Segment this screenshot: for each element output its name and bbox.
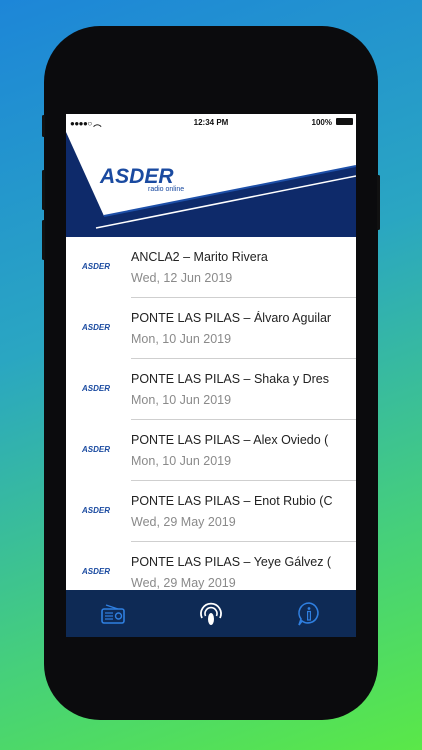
list-item[interactable]: ASDER PONTE LAS PILAS – Alex Oviedo ( Mo…	[66, 420, 356, 481]
episode-list: ASDER ANCLA2 – Marito Rivera Wed, 12 Jun…	[66, 237, 356, 603]
logo-wordmark: ASDER	[100, 165, 174, 188]
logo-tagline: radio online	[148, 186, 185, 193]
tab-info[interactable]	[294, 599, 324, 629]
battery-percent: 100%	[311, 118, 332, 127]
episode-title: PONTE LAS PILAS – Shaka y Dres	[131, 372, 329, 386]
episode-thumbnail: ASDER	[82, 506, 111, 515]
episode-thumbnail: ASDER	[82, 567, 111, 576]
side-button-right	[377, 175, 380, 230]
list-item[interactable]: ASDER PONTE LAS PILAS – Enot Rubio (C We…	[66, 481, 356, 542]
app-screen: ●●●●○ ︵ 12:34 PM 100% ASDER radio online…	[66, 114, 356, 637]
episode-title: PONTE LAS PILAS – Enot Rubio (C	[131, 494, 333, 508]
tab-radio[interactable]	[98, 599, 128, 629]
tab-bar	[66, 590, 356, 637]
episode-date: Wed, 12 Jun 2019	[131, 271, 233, 285]
episode-thumbnail: ASDER	[82, 262, 111, 271]
side-button-left-1	[42, 115, 45, 137]
episode-date: Mon, 10 Jun 2019	[131, 393, 232, 407]
episode-date: Mon, 10 Jun 2019	[131, 454, 232, 468]
battery-icon	[336, 118, 353, 125]
list-item[interactable]: ASDER ANCLA2 – Marito Rivera Wed, 12 Jun…	[66, 237, 356, 298]
episode-date: Wed, 29 May 2019	[131, 576, 236, 590]
asder-logo: ASDER radio online	[100, 165, 184, 193]
episode-title: ANCLA2 – Marito Rivera	[131, 250, 268, 264]
episode-title: PONTE LAS PILAS – Álvaro Aguilar	[131, 311, 332, 325]
episode-thumbnail: ASDER	[82, 445, 111, 454]
episode-thumbnail: ASDER	[82, 384, 111, 393]
app-header: ASDER radio online	[66, 132, 356, 237]
episode-date: Mon, 10 Jun 2019	[131, 332, 232, 346]
tab-podcast[interactable]	[196, 599, 226, 629]
side-button-left-2	[42, 170, 45, 210]
side-button-left-3	[42, 220, 45, 260]
episode-title: PONTE LAS PILAS – Yeye Gálvez (	[131, 555, 332, 569]
episode-thumbnail: ASDER	[82, 323, 111, 332]
list-item[interactable]: ASDER PONTE LAS PILAS – Shaka y Dres Mon…	[66, 359, 356, 420]
radio-icon	[101, 604, 125, 624]
info-icon	[298, 602, 319, 626]
episode-title: PONTE LAS PILAS – Alex Oviedo (	[131, 433, 329, 447]
podcast-icon	[200, 602, 222, 625]
episode-date: Wed, 29 May 2019	[131, 515, 236, 529]
status-bar: ●●●●○ ︵ 12:34 PM 100%	[66, 114, 356, 132]
list-item[interactable]: ASDER PONTE LAS PILAS – Álvaro Aguilar M…	[66, 298, 356, 359]
